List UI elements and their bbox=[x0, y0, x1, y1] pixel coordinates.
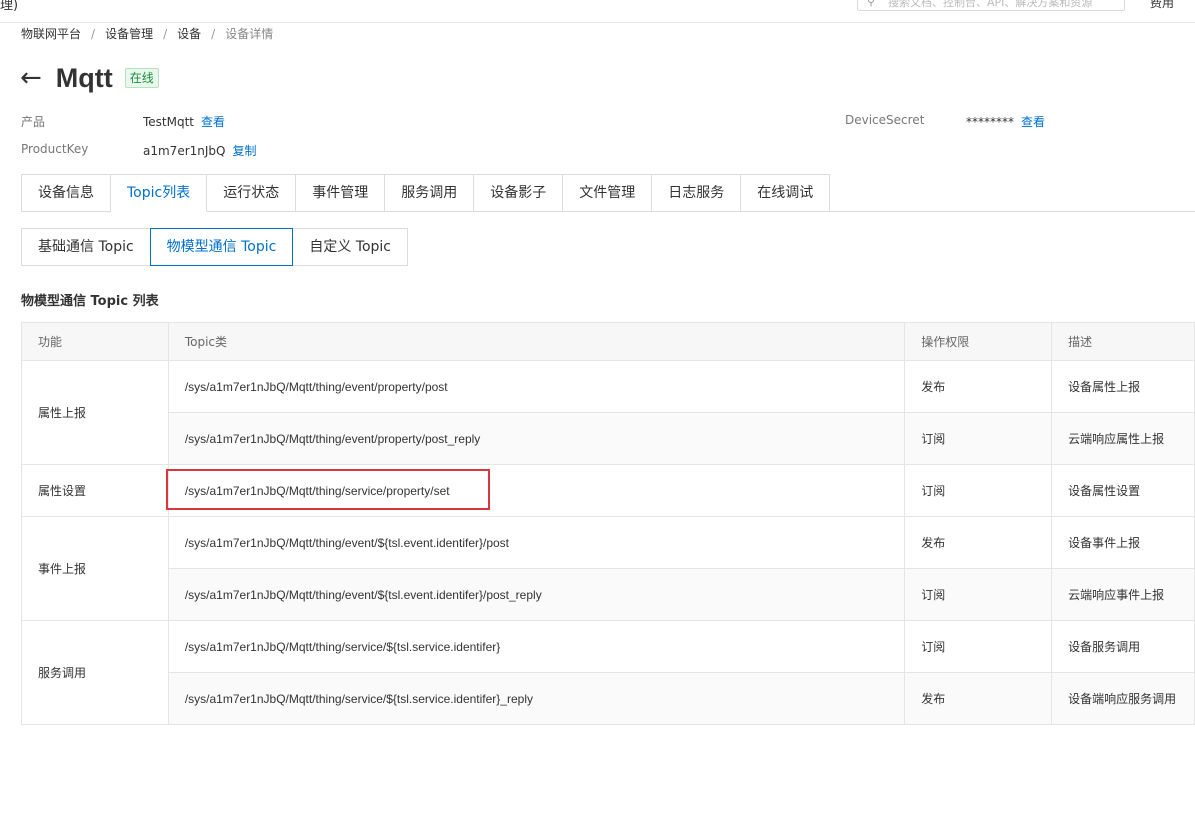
page-header: ← Mqtt 在线 bbox=[20, 60, 159, 96]
view-devicesecret-link[interactable]: 查看 bbox=[1021, 115, 1045, 129]
breadcrumb-item-iot-platform[interactable]: 物联网平台 bbox=[21, 27, 81, 41]
top-bar-right-link[interactable]: 费用 bbox=[1150, 0, 1174, 11]
devicesecret-info: ******** 查看 bbox=[966, 113, 1045, 130]
search-box[interactable]: ⚲ 搜索文档、控制台、API、解决方案和资源 bbox=[857, 0, 1125, 11]
description-cell: 云端响应事件上报 bbox=[1051, 568, 1195, 621]
search-icon: ⚲ bbox=[867, 0, 876, 8]
tab-run-status[interactable]: 运行状态 bbox=[207, 174, 297, 212]
table-row: 属性上报 /sys/a1m7er1nJbQ/Mqtt/thing/event/p… bbox=[21, 360, 1195, 465]
table-header-row: 功能 Topic类 操作权限 描述 bbox=[21, 322, 1195, 361]
section-title: 物模型通信 Topic 列表 bbox=[21, 294, 159, 309]
description-cell: 设备属性设置 bbox=[1051, 464, 1195, 517]
breadcrumb-item-devices[interactable]: 设备 bbox=[177, 27, 201, 41]
breadcrumb-separator: / bbox=[163, 27, 168, 41]
page-title: Mqtt bbox=[55, 62, 113, 93]
topic-cell: /sys/a1m7er1nJbQ/Mqtt/thing/event/proper… bbox=[167, 360, 906, 413]
topic-cell: /sys/a1m7er1nJbQ/Mqtt/thing/event/proper… bbox=[167, 412, 906, 465]
tab-service-call[interactable]: 服务调用 bbox=[385, 174, 475, 212]
column-header-permission: 操作权限 bbox=[904, 322, 1053, 361]
search-input[interactable]: 搜索文档、控制台、API、解决方案和资源 bbox=[888, 0, 1118, 10]
top-bar-left-text: 理) bbox=[0, 0, 19, 13]
devicesecret-label: DeviceSecret bbox=[845, 113, 925, 127]
column-header-topic: Topic类 bbox=[167, 322, 906, 361]
description-cell: 设备属性上报 bbox=[1051, 360, 1195, 413]
breadcrumb: 物联网平台 / 设备管理 / 设备 / 设备详情 bbox=[21, 25, 273, 42]
product-label: 产品 bbox=[21, 115, 46, 129]
breadcrumb-separator: / bbox=[91, 27, 96, 41]
description-cell: 云端响应属性上报 bbox=[1051, 412, 1195, 465]
productkey-value: a1m7er1nJbQ bbox=[143, 144, 226, 158]
permission-cell: 订阅 bbox=[904, 620, 1053, 673]
status-badge: 在线 bbox=[124, 68, 159, 88]
column-header-description: 描述 bbox=[1051, 322, 1195, 361]
subtab-tsl-topic[interactable]: 物模型通信 Topic bbox=[149, 228, 294, 266]
main-tabs: 设备信息 Topic列表 运行状态 事件管理 服务调用 设备影子 文件管理 日志… bbox=[21, 174, 831, 212]
column-header-function: 功能 bbox=[21, 322, 169, 361]
tabs-divider bbox=[827, 211, 1195, 212]
permission-cell: 发布 bbox=[904, 672, 1053, 725]
tab-event-management[interactable]: 事件管理 bbox=[296, 174, 386, 212]
table-row: /sys/a1m7er1nJbQ/Mqtt/thing/event/${tsl.… bbox=[22, 568, 1195, 621]
subtab-basic-topic[interactable]: 基础通信 Topic bbox=[21, 228, 151, 266]
permission-cell: 订阅 bbox=[904, 568, 1053, 621]
tab-device-info[interactable]: 设备信息 bbox=[21, 174, 111, 212]
permission-cell: 发布 bbox=[904, 360, 1053, 413]
topic-table: 功能 Topic类 操作权限 描述 属性上报 /sys/a1m7er1nJbQ/… bbox=[21, 322, 1195, 725]
productkey-label: ProductKey bbox=[21, 142, 89, 156]
subtab-custom-topic[interactable]: 自定义 Topic bbox=[292, 228, 409, 266]
table-row: /sys/a1m7er1nJbQ/Mqtt/thing/event/proper… bbox=[22, 412, 1195, 465]
description-cell: 设备服务调用 bbox=[1051, 620, 1195, 673]
tab-topic-list[interactable]: Topic列表 bbox=[111, 174, 208, 212]
topic-cell: /sys/a1m7er1nJbQ/Mqtt/thing/event/${tsl.… bbox=[167, 516, 906, 569]
tab-device-shadow[interactable]: 设备影子 bbox=[474, 174, 564, 212]
table-row: /sys/a1m7er1nJbQ/Mqtt/thing/service/${ts… bbox=[22, 672, 1195, 725]
top-navigation-bar: 理) ⚲ 搜索文档、控制台、API、解决方案和资源 费用 bbox=[0, 0, 1195, 23]
function-cell: 属性设置 bbox=[21, 464, 169, 517]
topic-cell: /sys/a1m7er1nJbQ/Mqtt/thing/event/${tsl.… bbox=[167, 568, 906, 621]
table-row: 服务调用 /sys/a1m7er1nJbQ/Mqtt/thing/service… bbox=[21, 620, 1195, 725]
tab-file-management[interactable]: 文件管理 bbox=[563, 174, 653, 212]
tab-online-debug[interactable]: 在线调试 bbox=[741, 174, 831, 212]
breadcrumb-item-device-management[interactable]: 设备管理 bbox=[105, 27, 153, 41]
view-product-link[interactable]: 查看 bbox=[201, 115, 225, 129]
description-cell: 设备端响应服务调用 bbox=[1051, 672, 1195, 725]
topic-cell: /sys/a1m7er1nJbQ/Mqtt/thing/service/prop… bbox=[167, 464, 906, 517]
function-cell: 属性上报 bbox=[21, 360, 169, 465]
table-row: 事件上报 /sys/a1m7er1nJbQ/Mqtt/thing/event/$… bbox=[21, 516, 1195, 621]
breadcrumb-item-device-detail: 设备详情 bbox=[225, 27, 274, 41]
copy-productkey-link[interactable]: 复制 bbox=[232, 144, 256, 158]
product-info: TestMqtt 查看 bbox=[143, 113, 225, 130]
productkey-info: a1m7er1nJbQ 复制 bbox=[143, 142, 257, 159]
permission-cell: 订阅 bbox=[904, 464, 1053, 517]
function-cell: 服务调用 bbox=[21, 620, 169, 725]
permission-cell: 发布 bbox=[904, 516, 1053, 569]
topic-cell: /sys/a1m7er1nJbQ/Mqtt/thing/service/${ts… bbox=[167, 620, 906, 673]
breadcrumb-separator: / bbox=[211, 27, 216, 41]
devicesecret-value: ******** bbox=[966, 115, 1014, 129]
description-cell: 设备事件上报 bbox=[1051, 516, 1195, 569]
tab-log-service[interactable]: 日志服务 bbox=[652, 174, 742, 212]
table-row: 属性设置 /sys/a1m7er1nJbQ/Mqtt/thing/service… bbox=[21, 464, 1195, 517]
topic-cell: /sys/a1m7er1nJbQ/Mqtt/thing/service/${ts… bbox=[167, 672, 906, 725]
topic-type-tabs: 基础通信 Topic 物模型通信 Topic 自定义 Topic bbox=[21, 228, 409, 266]
permission-cell: 订阅 bbox=[904, 412, 1053, 465]
function-cell: 事件上报 bbox=[21, 516, 169, 621]
product-value: TestMqtt bbox=[143, 115, 195, 129]
back-arrow-icon[interactable]: ← bbox=[20, 65, 42, 91]
